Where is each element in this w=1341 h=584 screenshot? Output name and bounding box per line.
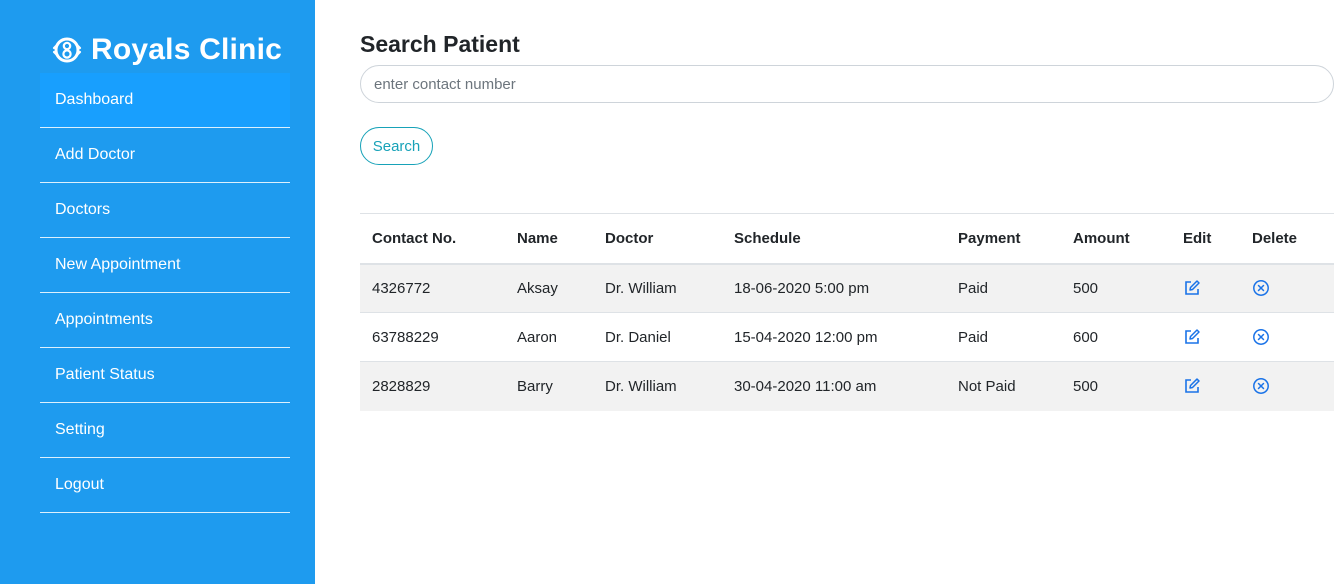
cell-payment: Paid: [946, 263, 1061, 313]
cell-name: Aaron: [505, 312, 593, 362]
cell-edit: [1171, 361, 1240, 411]
cell-payment: Paid: [946, 312, 1061, 362]
brand[interactable]: Royals Clinic: [52, 30, 282, 70]
clinic-logo-icon: [52, 37, 82, 63]
cell-amount: 500: [1061, 361, 1171, 411]
table-header-row: Contact No. Name Doctor Schedule Payment…: [360, 213, 1334, 265]
cell-schedule: 30-04-2020 11:00 am: [722, 361, 946, 411]
cell-schedule: 15-04-2020 12:00 pm: [722, 312, 946, 362]
cell-payment: Not Paid: [946, 361, 1061, 411]
edit-icon[interactable]: [1183, 377, 1201, 395]
cell-contact: 4326772: [360, 263, 505, 313]
cell-contact: 63788229: [360, 312, 505, 362]
cell-amount: 500: [1061, 263, 1171, 313]
column-header-contact: Contact No.: [360, 213, 505, 265]
sidebar-item-new-appointment[interactable]: New Appointment: [40, 238, 290, 293]
cell-name: Barry: [505, 361, 593, 411]
cell-contact: 2828829: [360, 361, 505, 411]
delete-icon[interactable]: [1252, 377, 1270, 395]
sidebar-item-label: Dashboard: [55, 91, 134, 108]
sidebar-item-add-doctor[interactable]: Add Doctor: [40, 128, 290, 183]
cell-delete: [1240, 361, 1334, 411]
table-row: 4326772 Aksay Dr. William 18-06-2020 5:0…: [360, 263, 1334, 313]
column-header-name: Name: [505, 213, 593, 265]
sidebar-item-label: Appointments: [55, 311, 153, 328]
cell-schedule: 18-06-2020 5:00 pm: [722, 263, 946, 313]
sidebar-item-label: Doctors: [55, 201, 111, 218]
sidebar-item-setting[interactable]: Setting: [40, 403, 290, 458]
column-header-edit: Edit: [1171, 213, 1240, 265]
cell-delete: [1240, 312, 1334, 362]
search-button[interactable]: Search: [360, 127, 433, 165]
table-row: 2828829 Barry Dr. William 30-04-2020 11:…: [360, 361, 1334, 411]
cell-name: Aksay: [505, 263, 593, 313]
sidebar-item-label: Logout: [55, 476, 104, 493]
sidebar-item-logout[interactable]: Logout: [40, 458, 290, 513]
brand-title: Royals Clinic: [91, 33, 282, 66]
column-header-doctor: Doctor: [593, 213, 722, 265]
cell-amount: 600: [1061, 312, 1171, 362]
column-header-delete: Delete: [1240, 213, 1334, 265]
cell-doctor: Dr. William: [593, 263, 722, 313]
sidebar-item-label: Patient Status: [55, 366, 155, 383]
patient-table: Contact No. Name Doctor Schedule Payment…: [360, 213, 1334, 411]
column-header-schedule: Schedule: [722, 213, 946, 265]
sidebar-item-dashboard[interactable]: Dashboard: [40, 73, 290, 128]
edit-icon[interactable]: [1183, 328, 1201, 346]
sidebar-item-label: Add Doctor: [55, 146, 136, 163]
cell-edit: [1171, 263, 1240, 313]
sidebar-item-doctors[interactable]: Doctors: [40, 183, 290, 238]
table-row: 63788229 Aaron Dr. Daniel 15-04-2020 12:…: [360, 312, 1334, 362]
search-input[interactable]: [360, 65, 1334, 103]
page-title: Search Patient: [360, 31, 520, 57]
sidebar: Royals Clinic Dashboard Add Doctor Docto…: [0, 0, 315, 584]
edit-icon[interactable]: [1183, 279, 1201, 297]
delete-icon[interactable]: [1252, 279, 1270, 297]
sidebar-item-patient-status[interactable]: Patient Status: [40, 348, 290, 403]
column-header-amount: Amount: [1061, 213, 1171, 265]
sidebar-item-appointments[interactable]: Appointments: [40, 293, 290, 348]
cell-doctor: Dr. Daniel: [593, 312, 722, 362]
sidebar-item-label: New Appointment: [55, 256, 181, 273]
column-header-payment: Payment: [946, 213, 1061, 265]
cell-doctor: Dr. William: [593, 361, 722, 411]
delete-icon[interactable]: [1252, 328, 1270, 346]
cell-edit: [1171, 312, 1240, 362]
cell-delete: [1240, 263, 1334, 313]
sidebar-nav: Dashboard Add Doctor Doctors New Appoint…: [40, 73, 290, 513]
sidebar-item-label: Setting: [55, 421, 105, 438]
